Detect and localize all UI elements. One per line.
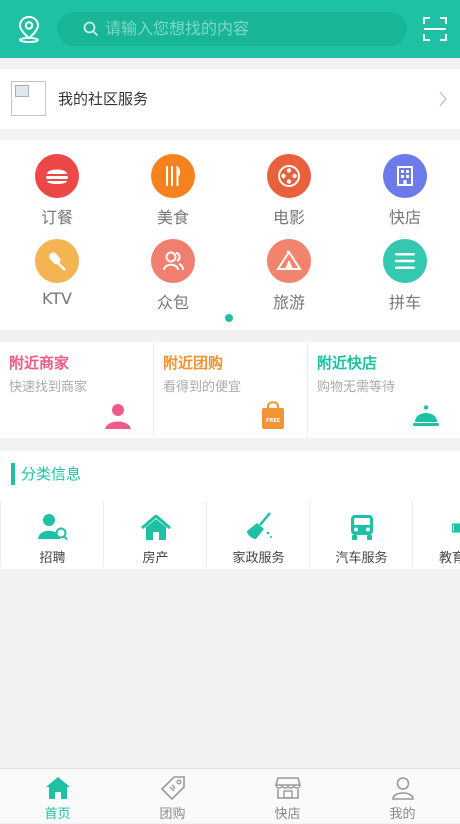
shopping-bag-icon: FREE	[261, 400, 285, 430]
nearby-subtitle: 购物无需等待	[317, 380, 396, 395]
category-item-lvyou[interactable]: 旅游	[249, 239, 329, 319]
classify-item-zhaopin[interactable]: 招聘	[0, 501, 104, 567]
free-badge: FREE	[265, 418, 281, 424]
nearby-title: 附近团购	[163, 354, 224, 372]
recruit-icon	[37, 514, 68, 541]
broom-icon	[246, 512, 272, 539]
category-label: 美食	[156, 208, 189, 227]
category-item-kuaidian[interactable]: 快店	[365, 154, 445, 234]
cloche-icon	[413, 405, 439, 426]
shop-icon	[274, 777, 301, 799]
classify-label: 招聘	[39, 551, 66, 566]
location-pin-icon[interactable]	[16, 15, 42, 43]
category-item-meishi[interactable]: 美食	[133, 154, 213, 234]
community-service-row[interactable]: 我的社区服务	[0, 69, 460, 129]
classify-item-jiazheng[interactable]: 家政服务	[206, 501, 310, 567]
scan-icon[interactable]	[423, 17, 447, 41]
community-image	[11, 81, 46, 116]
category-item-pinche[interactable]: 拼车	[365, 239, 445, 319]
microphone-icon	[35, 239, 79, 283]
classify-label: 汽车服务	[335, 551, 388, 566]
nearby-merchants[interactable]: 附近商家 快速找到商家	[0, 342, 153, 438]
burger-icon	[35, 154, 79, 198]
top-header: 请输入您想找的内容	[0, 0, 460, 58]
classify-item-jiaoyu[interactable]: 教育	[412, 501, 460, 567]
tab-groupbuy[interactable]: 团购	[115, 769, 230, 824]
nearby-groupbuy[interactable]: 附近团购 看得到的便宜 FREE	[153, 342, 307, 438]
building-icon	[383, 154, 427, 198]
category-label: KTV	[42, 289, 72, 308]
nearby-subtitle: 看得到的便宜	[163, 380, 242, 395]
category-item-dianying[interactable]: 电影	[249, 154, 329, 234]
tab-label: 我的	[389, 807, 416, 822]
nearby-shops[interactable]: 附近快店 购物无需等待	[307, 342, 460, 438]
nearby-panel: 附近商家 快速找到商家 附近团购 看得到的便宜 FREE 附近快店 购物无需等待	[0, 342, 460, 438]
merchant-person-icon	[105, 404, 131, 429]
community-label: 我的社区服务	[58, 90, 149, 108]
tab-label: 首页	[44, 807, 71, 822]
category-label: 旅游	[272, 293, 305, 312]
tab-shop[interactable]: 快店	[230, 769, 345, 824]
category-item-zhongbao[interactable]: 众包	[133, 239, 213, 319]
house-icon	[140, 515, 171, 540]
category-label: 众包	[156, 293, 189, 312]
cutlery-icon	[151, 154, 195, 198]
category-item-dingcan[interactable]: 订餐	[17, 154, 97, 234]
page-indicator-dot[interactable]	[225, 314, 233, 322]
category-grid: 订餐 美食 电影 快店 KTV 众包 旅游 拼车	[0, 140, 460, 330]
bottom-tab-bar: 首页 团购 快店 我的	[0, 768, 460, 823]
nearby-title: 附近快店	[317, 354, 378, 372]
category-label: 电影	[272, 208, 305, 227]
home-icon	[45, 777, 70, 799]
tab-mine[interactable]: 我的	[345, 769, 460, 824]
search-icon	[83, 21, 99, 37]
classify-item-fangchan[interactable]: 房产	[103, 501, 207, 567]
menu-lines-icon	[383, 239, 427, 283]
tent-icon	[267, 239, 311, 283]
section-accent-bar	[11, 463, 15, 485]
category-label: 快店	[388, 208, 421, 227]
classify-label: 教育	[439, 551, 460, 566]
classify-panel: 分类信息 招聘 房产 家政服务 汽车服务 教	[0, 451, 460, 569]
nearby-title: 附近商家	[9, 354, 70, 372]
category-item-ktv[interactable]: KTV	[17, 239, 97, 319]
search-input[interactable]: 请输入您想找的内容	[57, 12, 407, 46]
tag-icon	[160, 776, 185, 801]
category-label: 订餐	[40, 208, 73, 227]
chevron-right-icon	[439, 91, 447, 107]
book-icon	[451, 523, 460, 533]
film-reel-icon	[267, 154, 311, 198]
car-icon	[350, 515, 373, 540]
classify-label: 房产	[142, 551, 169, 566]
tab-label: 团购	[159, 807, 186, 822]
tab-label: 快店	[274, 807, 301, 822]
classify-title: 分类信息	[21, 465, 82, 483]
nearby-subtitle: 快速找到商家	[9, 380, 88, 395]
classify-label: 家政服务	[232, 551, 285, 566]
search-placeholder: 请输入您想找的内容	[105, 19, 250, 38]
classify-item-qiche[interactable]: 汽车服务	[309, 501, 413, 567]
users-icon	[151, 239, 195, 283]
tab-home[interactable]: 首页	[0, 769, 115, 824]
category-label: 拼车	[388, 293, 421, 312]
user-icon	[391, 777, 414, 800]
